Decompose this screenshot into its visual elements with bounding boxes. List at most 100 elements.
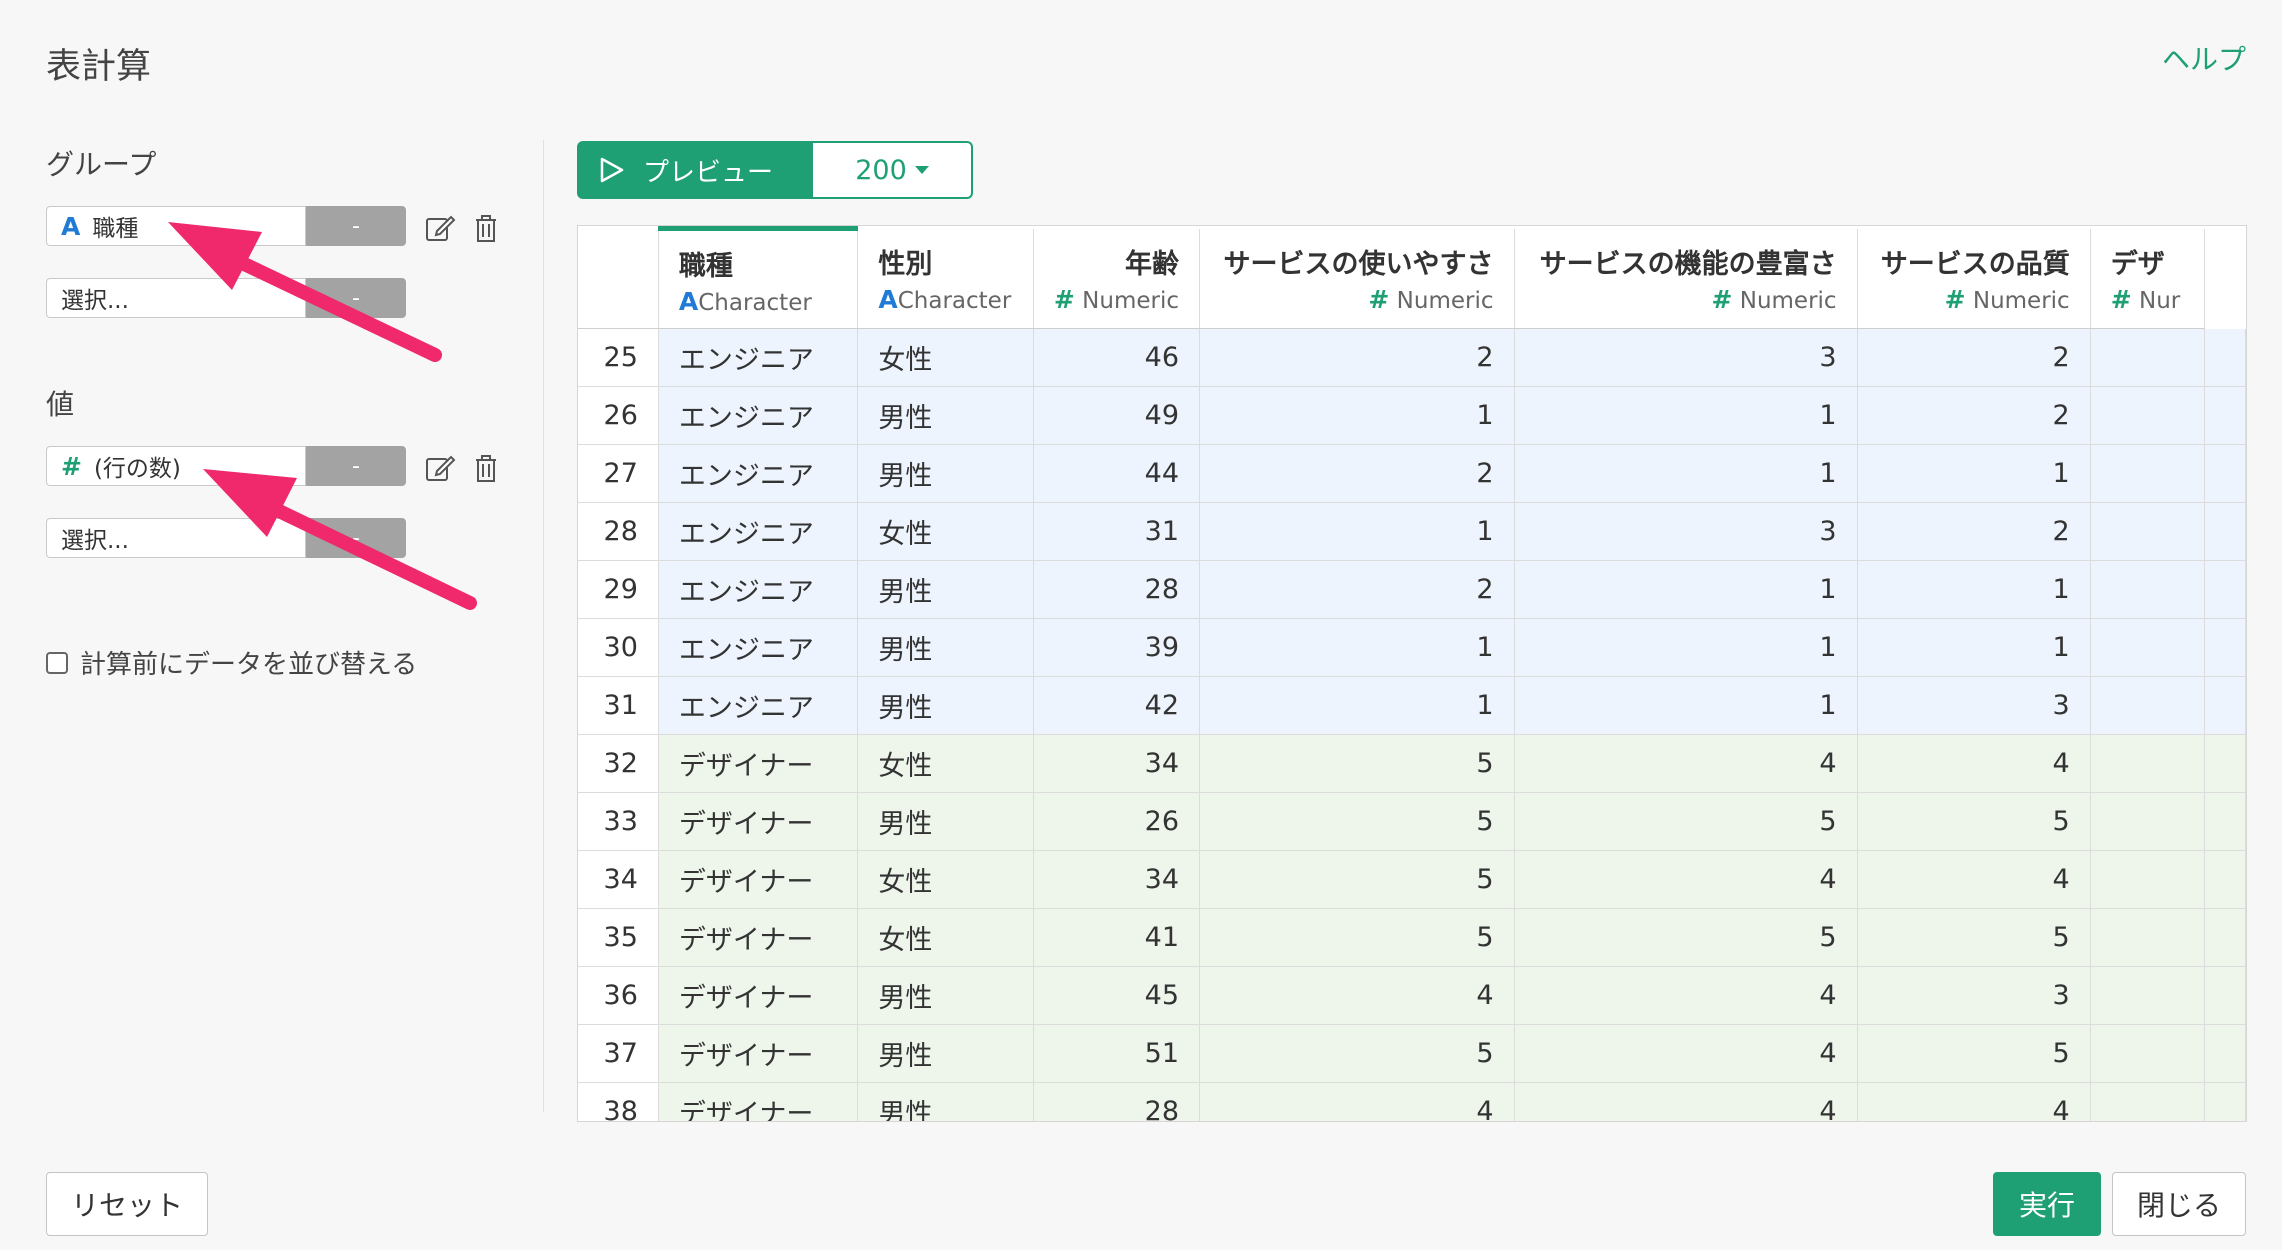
table-cell: 4 [1857, 850, 2091, 909]
trash-icon[interactable] [470, 452, 502, 484]
row-count-select[interactable]: 200 [813, 141, 973, 199]
column-type: # Numeric [1711, 285, 1837, 315]
table-cell: 5 [1857, 1024, 2091, 1083]
column-header[interactable]: デザ # Nur [2090, 228, 2206, 329]
table-cell: 1 [1199, 676, 1515, 735]
group-field-name: 職種 [92, 216, 139, 242]
sort-option-label: 計算前にデータを並び替える [80, 650, 418, 680]
run-button[interactable]: 実行 [1993, 1172, 2101, 1236]
value-select-option-button[interactable]: - [306, 518, 406, 558]
value-field-select[interactable]: # (行の数) [46, 446, 306, 486]
group-select-option-button[interactable]: - [306, 278, 406, 318]
column-header[interactable]: 職種 ACharacter [658, 226, 859, 329]
table-row: 25 エンジニア 女性 46 2 3 2 [578, 328, 2246, 387]
column-header[interactable]: サービスの機能の豊富さ # Numeric [1514, 228, 1858, 329]
table-cell: 1 [1514, 444, 1858, 503]
caret-down-icon [914, 166, 929, 174]
numeric-type-icon: # [61, 451, 82, 481]
table-cell: 1 [1514, 386, 1858, 445]
value-field-row: # (行の数) - [46, 446, 406, 490]
value-field-option-button[interactable]: - [306, 446, 406, 486]
column-type: # Numeric [1368, 285, 1494, 315]
sort-before-calc-option[interactable]: 計算前にデータを並び替える [46, 644, 417, 681]
table-cell-filler [2204, 618, 2246, 677]
column-type: # Numeric [1053, 285, 1179, 315]
table-cell: 46 [1033, 328, 1201, 387]
table-cell [2090, 908, 2206, 967]
character-type-icon: A [678, 286, 699, 316]
column-header[interactable]: サービスの品質 # Numeric [1857, 228, 2091, 329]
column-name: サービスの品質 [1880, 249, 2070, 281]
table-cell: 4 [1514, 850, 1858, 909]
table-cell: エンジニア [658, 676, 859, 735]
table-cell: 女性 [857, 328, 1034, 387]
edit-icon[interactable] [424, 452, 456, 484]
table-cell: 4 [1514, 1082, 1858, 1121]
numeric-type-icon: # [1711, 285, 1733, 315]
table-cell-filler [2204, 908, 2246, 967]
table-cell: 1 [1514, 676, 1858, 735]
table-cell: 5 [1857, 908, 2091, 967]
row-number-cell: 37 [578, 1024, 659, 1083]
table-cell: 3 [1857, 966, 2091, 1025]
column-name: 年齢 [1125, 249, 1179, 281]
table-cell: 男性 [857, 444, 1034, 503]
preview-button[interactable]: プレビュー [577, 141, 813, 199]
table-row: 30 エンジニア 男性 39 1 1 1 [578, 618, 2246, 677]
value-field-name: (行の数) [93, 456, 181, 482]
table-cell [2090, 850, 2206, 909]
table-cell: 女性 [857, 850, 1034, 909]
table-cell: 2 [1199, 560, 1515, 619]
table-cell: 41 [1033, 908, 1201, 967]
table-row: 34 デザイナー 女性 34 5 4 4 [578, 850, 2246, 909]
row-number-cell: 30 [578, 618, 659, 677]
group-field-option-button[interactable]: - [306, 206, 406, 246]
value-select-input[interactable]: 選択... [46, 518, 306, 558]
table-cell-filler [2204, 328, 2246, 387]
table-cell: 4 [1199, 1082, 1515, 1121]
help-link[interactable]: ヘルプ [2162, 38, 2246, 78]
table-cell: 1 [1514, 560, 1858, 619]
table-cell: 4 [1514, 966, 1858, 1025]
table-row: 35 デザイナー 女性 41 5 5 5 [578, 908, 2246, 967]
table-header-row: 職種 ACharacter 性別 ACharacter 年齢 # Numeric… [578, 226, 2246, 329]
table-cell: 4 [1514, 734, 1858, 793]
column-type: ACharacter [878, 285, 1012, 315]
value-label: 値 [46, 388, 75, 421]
trash-icon[interactable] [470, 212, 502, 244]
table-row: 33 デザイナー 男性 26 5 5 5 [578, 792, 2246, 851]
edit-icon[interactable] [424, 212, 456, 244]
table-cell: デザイナー [658, 966, 859, 1025]
table-cell: エンジニア [658, 328, 859, 387]
table-cell: 28 [1033, 560, 1201, 619]
column-name: 職種 [678, 250, 733, 282]
table-cell: 男性 [857, 1082, 1034, 1121]
table-cell [2090, 676, 2206, 735]
table-cell: 5 [1199, 850, 1515, 909]
table-row: 38 デザイナー 男性 28 4 4 4 [578, 1082, 2246, 1121]
play-icon [600, 157, 624, 183]
table-row: 36 デザイナー 男性 45 4 4 3 [578, 966, 2246, 1025]
row-number-cell: 38 [578, 1082, 659, 1121]
character-type-icon: A [61, 211, 81, 241]
numeric-type-icon: # [1944, 285, 1966, 315]
row-number-cell: 36 [578, 966, 659, 1025]
table-row: 31 エンジニア 男性 42 1 1 3 [578, 676, 2246, 735]
group-field-select[interactable]: A 職種 [46, 206, 306, 246]
table-cell-filler [2204, 850, 2246, 909]
table-cell: 5 [1199, 734, 1515, 793]
sort-checkbox[interactable] [46, 651, 68, 674]
table-cell: 39 [1033, 618, 1201, 677]
table-cell: デザイナー [658, 792, 859, 851]
table-cell-filler [2204, 1024, 2246, 1083]
close-button[interactable]: 閉じる [2112, 1172, 2246, 1236]
group-select-input[interactable]: 選択... [46, 278, 306, 318]
column-header[interactable]: 性別 ACharacter [857, 228, 1034, 329]
column-header[interactable]: 年齢 # Numeric [1033, 228, 1201, 329]
row-number-header [578, 228, 659, 329]
column-type: # Nur [2110, 285, 2181, 315]
column-header[interactable]: サービスの使いやすさ # Numeric [1199, 228, 1515, 329]
reset-button[interactable]: リセット [46, 1172, 208, 1236]
table-cell [2090, 1024, 2206, 1083]
column-name: サービスの使いやすさ [1223, 249, 1494, 281]
